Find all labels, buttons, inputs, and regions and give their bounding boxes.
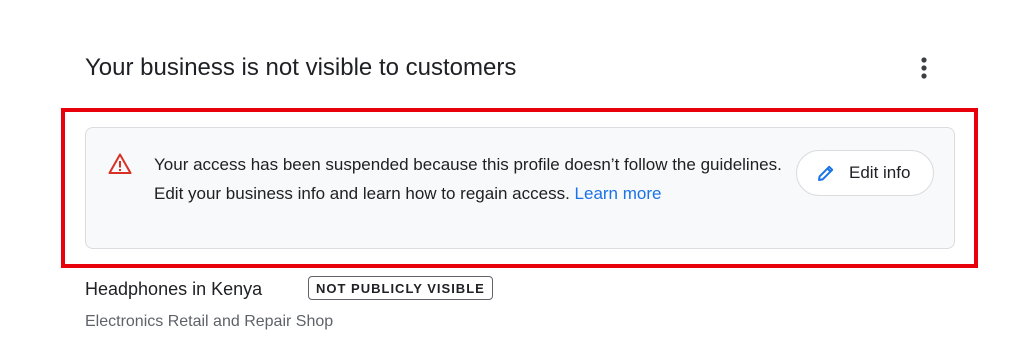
page-title: Your business is not visible to customer… bbox=[85, 54, 517, 81]
more-vert-icon bbox=[921, 57, 927, 79]
edit-info-label: Edit info bbox=[849, 163, 911, 182]
warning-triangle-icon bbox=[108, 153, 132, 174]
business-name: Headphones in Kenya bbox=[85, 279, 263, 299]
business-profile-panel: Your business is not visible to customer… bbox=[0, 0, 1024, 351]
more-options-button[interactable] bbox=[908, 52, 940, 84]
suspension-alert-card: Your access has been suspended because t… bbox=[85, 127, 955, 249]
learn-more-link[interactable]: Learn more bbox=[575, 184, 662, 203]
status-badge: NOT PUBLICLY VISIBLE bbox=[308, 276, 493, 300]
alert-message: Your access has been suspended because t… bbox=[154, 150, 786, 208]
alert-message-text: Your access has been suspended because t… bbox=[154, 155, 782, 203]
business-category: Electronics Retail and Repair Shop bbox=[85, 313, 334, 330]
pencil-icon bbox=[818, 165, 834, 181]
edit-info-button[interactable]: Edit info bbox=[796, 150, 934, 196]
